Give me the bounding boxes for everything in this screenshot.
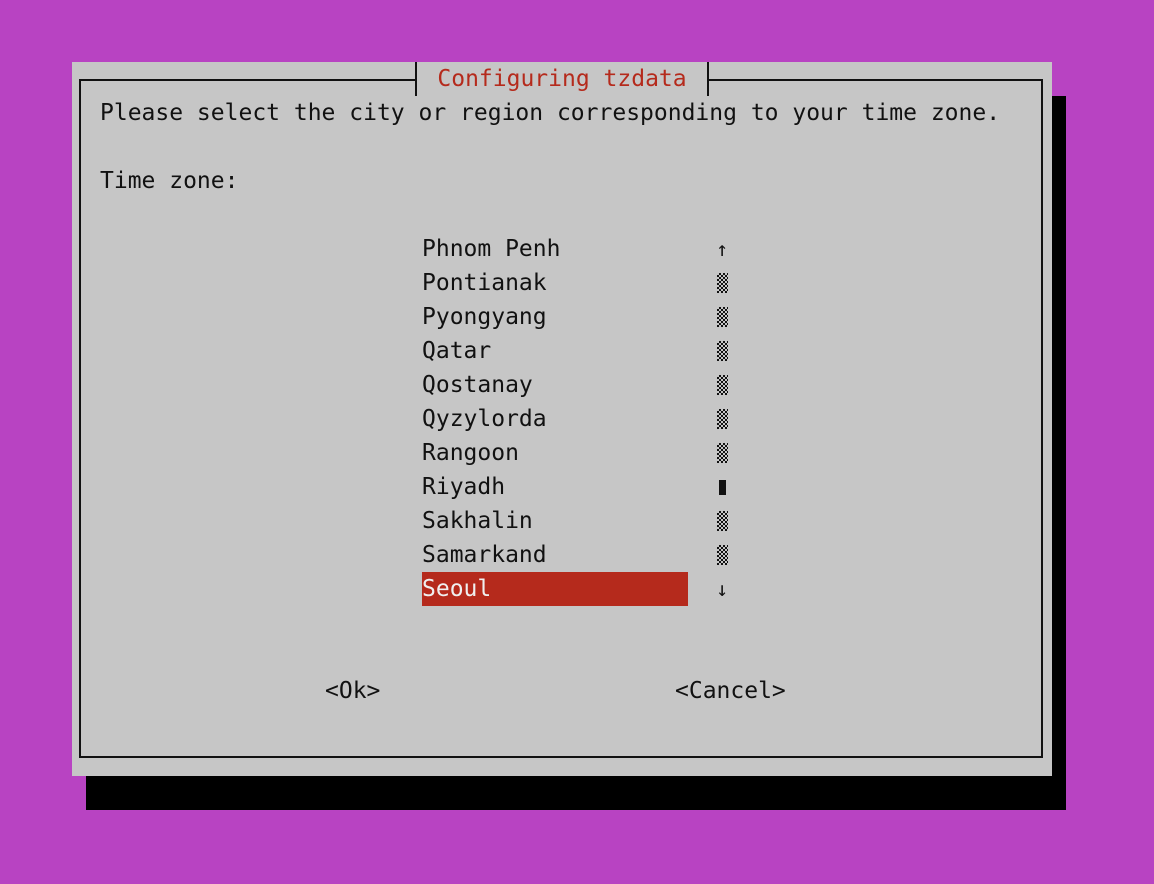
scrollbar-track-icon (716, 341, 728, 361)
scrollbar-thumb[interactable] (708, 470, 736, 504)
list-item[interactable]: Pyongyang (422, 300, 742, 334)
list-item-label[interactable]: Qyzylorda (422, 402, 688, 436)
scrollbar-track-icon (716, 409, 728, 429)
ok-button[interactable]: <Ok> (325, 674, 380, 708)
scrollbar-track[interactable] (708, 538, 736, 572)
list-item-label[interactable]: Samarkand (422, 538, 688, 572)
scroll-up-icon[interactable]: ↑ (708, 232, 736, 266)
scrollbar-track-icon (716, 273, 728, 293)
tzdata-dialog: Configuring tzdata Please select the cit… (72, 62, 1052, 776)
selected-time-zone[interactable]: Seoul (422, 572, 688, 606)
scrollbar-track-icon (716, 545, 728, 565)
scrollbar-track[interactable] (708, 266, 736, 300)
list-item[interactable]: Riyadh (422, 470, 742, 504)
dialog-title-box: Configuring tzdata (415, 62, 709, 96)
scrollbar-track-icon (716, 375, 728, 395)
cancel-button[interactable]: <Cancel> (675, 674, 786, 708)
list-item-label[interactable]: Rangoon (422, 436, 688, 470)
scrollbar-track[interactable] (708, 402, 736, 436)
list-item-label[interactable]: Pyongyang (422, 300, 688, 334)
prompt-text: Please select the city or region corresp… (100, 100, 1001, 126)
list-item[interactable]: Samarkand (422, 538, 742, 572)
list-item-label[interactable]: Riyadh (422, 470, 688, 504)
list-item-label[interactable]: Phnom Penh (422, 232, 688, 266)
list-item-label[interactable]: Qatar (422, 334, 688, 368)
time-zone-label: Time zone: (100, 168, 239, 194)
list-item[interactable]: Qyzylorda (422, 402, 742, 436)
list-item-label[interactable]: Qostanay (422, 368, 688, 402)
scrollbar-track[interactable] (708, 368, 736, 402)
down-arrow-icon[interactable]: ↓ (716, 577, 728, 601)
scrollbar-thumb-icon[interactable] (718, 480, 726, 495)
scrollbar-track-icon (716, 443, 728, 463)
up-arrow-icon[interactable]: ↑ (716, 237, 728, 261)
scrollbar-track[interactable] (708, 504, 736, 538)
scrollbar-track[interactable] (708, 436, 736, 470)
list-item-selected[interactable]: Seoul ↓ (422, 572, 742, 606)
scroll-down-icon[interactable]: ↓ (708, 572, 736, 606)
list-item[interactable]: Pontianak (422, 266, 742, 300)
dialog-title: Configuring tzdata (437, 66, 687, 92)
list-item[interactable]: Rangoon (422, 436, 742, 470)
scrollbar-track[interactable] (708, 334, 736, 368)
list-item-label[interactable]: Sakhalin (422, 504, 688, 538)
list-item[interactable]: Qostanay (422, 368, 742, 402)
scrollbar-track-icon (716, 511, 728, 531)
time-zone-list[interactable]: Phnom Penh ↑ Pontianak Pyongyang Qatar Q… (422, 232, 742, 606)
list-item[interactable]: Phnom Penh ↑ (422, 232, 742, 266)
list-item-label[interactable]: Pontianak (422, 266, 688, 300)
list-item[interactable]: Qatar (422, 334, 742, 368)
list-item[interactable]: Sakhalin (422, 504, 742, 538)
scrollbar-track[interactable] (708, 300, 736, 334)
scrollbar-track-icon (716, 307, 728, 327)
